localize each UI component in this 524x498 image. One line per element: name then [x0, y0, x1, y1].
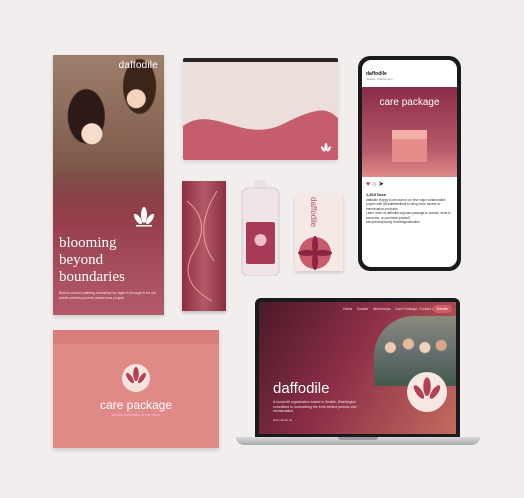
nav-home[interactable]: Home	[343, 307, 352, 311]
site-description: A nonprofit organization based in Seattl…	[273, 400, 357, 414]
pouch	[183, 58, 338, 160]
lotus-icon	[413, 377, 441, 399]
post-box-image	[392, 130, 427, 162]
site-nav: Home Donate Workshops Care Package Conta…	[259, 302, 456, 316]
poster-logo: daffodile	[118, 60, 158, 71]
poster-headline-line-1: blooming	[59, 235, 117, 251]
care-package-box: care package all your essentials in one …	[53, 330, 219, 448]
box-tagline: all your essentials in one place	[112, 413, 160, 417]
post-title: care package	[379, 97, 440, 108]
like-count: 1,823 likes	[366, 192, 387, 197]
instagram-screen: daffodile Seattle, Washington care packa…	[362, 60, 457, 267]
pouch-wave	[183, 110, 338, 160]
laptop: Home Donate Workshops Care Package Conta…	[255, 298, 460, 438]
poster: daffodile blooming beyond boundaries Bui…	[53, 55, 164, 315]
phone: daffodile Seattle, Washington care packa…	[358, 56, 461, 271]
laptop-base	[236, 437, 480, 445]
post-caption: daffodile Happy to announce our first ma…	[366, 198, 452, 224]
donate-button[interactable]: Donate	[432, 305, 452, 313]
pad-wrapper	[182, 181, 226, 311]
caption-line-1: daffodile Happy to announce our first ma…	[366, 198, 446, 211]
nav-workshops[interactable]: Workshops	[373, 307, 390, 311]
poster-headline-line-3: boundaries	[59, 269, 125, 285]
pouch-zipper	[183, 58, 338, 62]
caption-line-2: Learn more at daffodile.org/care-package…	[366, 211, 451, 220]
nav-donate[interactable]: Donate	[357, 307, 368, 311]
post-actions: ♥ ○ ➤	[366, 180, 384, 188]
laptop-notch	[338, 437, 378, 440]
box-seal	[122, 364, 150, 392]
account-location: Seattle, Washington	[366, 77, 393, 81]
instagram-post[interactable]: care package	[362, 87, 457, 177]
website-screen: Home Donate Workshops Care Package Conta…	[259, 302, 456, 434]
nav-care-package[interactable]: Care Package	[395, 307, 417, 311]
box-title: care package	[99, 398, 173, 412]
heart-icon[interactable]: ♥	[366, 181, 370, 188]
poster-headline: blooming beyond boundaries	[59, 235, 125, 286]
pouch-lotus-icon	[320, 143, 332, 152]
site-badge	[407, 372, 447, 412]
poster-headline-line-2: beyond	[59, 252, 104, 268]
sanitizer-bottle	[241, 180, 280, 276]
poster-subtext: Built-in-school painting workshop for ag…	[59, 291, 157, 300]
comment-icon[interactable]: ○	[372, 181, 376, 188]
share-icon[interactable]: ➤	[378, 181, 384, 188]
box-lid	[53, 330, 219, 344]
business-card: daffodile	[295, 193, 343, 271]
card-brand: daffodile	[309, 197, 318, 228]
learn-more-link[interactable]: learn about us	[273, 418, 292, 422]
wrapper-pattern	[186, 190, 218, 302]
caption-hashtags: #endperiodpoverty #endstigmatization	[366, 220, 420, 225]
site-brand: daffodile	[273, 380, 330, 397]
lotus-icon	[133, 207, 155, 227]
card-flower	[298, 236, 332, 270]
